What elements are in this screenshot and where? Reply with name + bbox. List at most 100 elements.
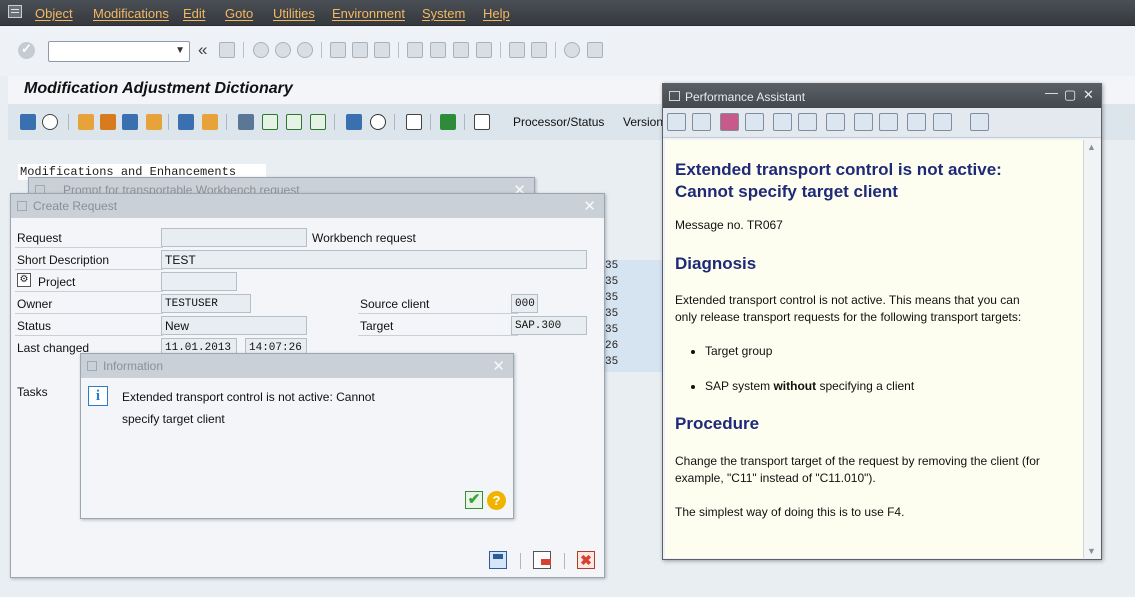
collapse-icon[interactable] bbox=[202, 114, 218, 130]
object-list-icon[interactable] bbox=[122, 114, 138, 130]
command-field[interactable]: ▼ bbox=[48, 41, 190, 62]
select-block-icon[interactable] bbox=[286, 114, 302, 130]
scroll-up-icon[interactable]: ▲ bbox=[1087, 142, 1096, 152]
layout-icon[interactable] bbox=[587, 42, 603, 58]
cancel-button[interactable]: ✖ bbox=[577, 551, 595, 569]
save-button[interactable] bbox=[489, 551, 507, 569]
window-icon bbox=[87, 361, 97, 371]
chevron-down-icon[interactable]: ▼ bbox=[175, 45, 185, 56]
menu-object[interactable]: Object bbox=[35, 6, 73, 21]
back-icon[interactable] bbox=[253, 42, 269, 58]
row-divider bbox=[15, 313, 163, 314]
system-menu-icon[interactable] bbox=[8, 5, 22, 18]
information-dialog: Information ✕ i Extended transport contr… bbox=[80, 353, 514, 519]
pa-diagnosis-heading: Diagnosis bbox=[675, 254, 757, 273]
delete-button[interactable] bbox=[533, 551, 551, 569]
search-icon[interactable] bbox=[826, 113, 845, 131]
row-divider bbox=[358, 313, 518, 314]
close-icon[interactable]: ✕ bbox=[492, 357, 505, 375]
toolbar-separator bbox=[226, 114, 227, 130]
expand-icon[interactable] bbox=[178, 114, 194, 130]
row-divider bbox=[15, 269, 163, 270]
row-divider bbox=[15, 291, 163, 292]
list-cell: 35 bbox=[603, 356, 663, 372]
short-description-input[interactable]: TEST bbox=[161, 250, 587, 269]
magic-wand-icon[interactable] bbox=[100, 114, 116, 130]
project-input[interactable] bbox=[161, 272, 237, 291]
select-all-icon[interactable] bbox=[262, 114, 278, 130]
pa-bullet-sap-system-pre: SAP system bbox=[705, 379, 774, 393]
info-icon: i bbox=[88, 386, 108, 406]
sum-icon[interactable] bbox=[440, 114, 456, 130]
deselect-all-icon[interactable] bbox=[310, 114, 326, 130]
display-glasses-icon[interactable] bbox=[42, 114, 58, 130]
new-session-icon[interactable] bbox=[509, 42, 525, 58]
cancel-icon[interactable] bbox=[297, 42, 313, 58]
menu-modifications[interactable]: Modifications bbox=[93, 6, 169, 21]
exit-icon[interactable] bbox=[275, 42, 291, 58]
source-client-field: 000 bbox=[511, 294, 538, 313]
performance-assistant-window: Performance Assistant — ▢ ✕ Extended tra… bbox=[662, 83, 1102, 560]
menu-edit[interactable]: Edit bbox=[183, 6, 205, 21]
close-icon[interactable]: ✕ bbox=[1083, 87, 1094, 103]
help-button[interactable]: ? bbox=[487, 491, 506, 510]
book-icon[interactable] bbox=[720, 113, 739, 131]
hierarchy-icon[interactable] bbox=[78, 114, 94, 130]
close-icon[interactable]: ✕ bbox=[583, 197, 596, 215]
print-icon[interactable] bbox=[933, 113, 952, 131]
last-page-icon[interactable] bbox=[476, 42, 492, 58]
tree-structure-icon[interactable] bbox=[745, 113, 764, 131]
list-cell: 35 bbox=[603, 308, 663, 324]
menu-goto[interactable]: Goto bbox=[225, 6, 253, 21]
toolbar-separator bbox=[555, 42, 556, 58]
transfer-icon[interactable] bbox=[146, 114, 162, 130]
pa-scrollbar[interactable]: ▲ ▼ bbox=[1083, 140, 1100, 558]
export-icon[interactable] bbox=[907, 113, 926, 131]
filter-icon[interactable] bbox=[346, 114, 362, 130]
save-icon bbox=[493, 554, 503, 559]
collapse-icon[interactable]: « bbox=[198, 40, 207, 60]
close-panel-icon[interactable] bbox=[970, 113, 989, 131]
table-icon[interactable] bbox=[854, 113, 873, 131]
menu-utilities[interactable]: Utilities bbox=[273, 6, 315, 21]
find-icon[interactable] bbox=[352, 42, 368, 58]
toolbar-separator bbox=[564, 553, 565, 569]
question-icon: ? bbox=[492, 493, 501, 508]
print-icon[interactable] bbox=[330, 42, 346, 58]
menu-environment[interactable]: Environment bbox=[332, 6, 405, 21]
confirm-button[interactable]: ✔ bbox=[465, 491, 483, 509]
processor-status-button[interactable]: Processor/Status bbox=[513, 115, 604, 129]
enter-icon[interactable] bbox=[18, 41, 35, 59]
pa-message-number: Message no. TR067 bbox=[675, 218, 783, 232]
maximize-icon[interactable]: ▢ bbox=[1064, 87, 1076, 103]
back-arrow-icon[interactable] bbox=[667, 113, 686, 131]
toolbar-separator bbox=[500, 42, 501, 58]
first-page-icon[interactable] bbox=[407, 42, 423, 58]
search-icon[interactable] bbox=[406, 114, 422, 130]
forward-arrow-icon[interactable] bbox=[692, 113, 711, 131]
pa-procedure-line2: example, "C11" instead of "C11.010"). bbox=[675, 471, 876, 485]
list-icon[interactable] bbox=[474, 114, 490, 130]
edit-icon[interactable] bbox=[773, 113, 792, 131]
bullet-dot bbox=[691, 350, 695, 354]
request-label: Request bbox=[17, 231, 62, 245]
save-icon[interactable] bbox=[219, 42, 235, 58]
source-client-label: Source client bbox=[360, 297, 430, 311]
scroll-down-icon[interactable]: ▼ bbox=[1087, 546, 1096, 556]
help-icon[interactable] bbox=[564, 42, 580, 58]
next-page-icon[interactable] bbox=[453, 42, 469, 58]
select-icon[interactable] bbox=[238, 114, 254, 130]
technical-info-icon[interactable] bbox=[798, 113, 817, 131]
version-button[interactable]: Version bbox=[623, 115, 663, 129]
shortcut-icon[interactable] bbox=[531, 42, 547, 58]
target-label: Target bbox=[360, 319, 394, 333]
previous-page-icon[interactable] bbox=[430, 42, 446, 58]
minimize-icon[interactable]: — bbox=[1045, 85, 1058, 100]
refresh-icon[interactable] bbox=[370, 114, 386, 130]
project-icon[interactable]: ⚙ bbox=[17, 273, 31, 287]
edit-pencil-icon[interactable] bbox=[20, 114, 36, 130]
find-next-icon[interactable] bbox=[374, 42, 390, 58]
screen-icon[interactable] bbox=[879, 113, 898, 131]
menu-system[interactable]: System bbox=[422, 6, 465, 21]
menu-help[interactable]: Help bbox=[483, 6, 510, 21]
